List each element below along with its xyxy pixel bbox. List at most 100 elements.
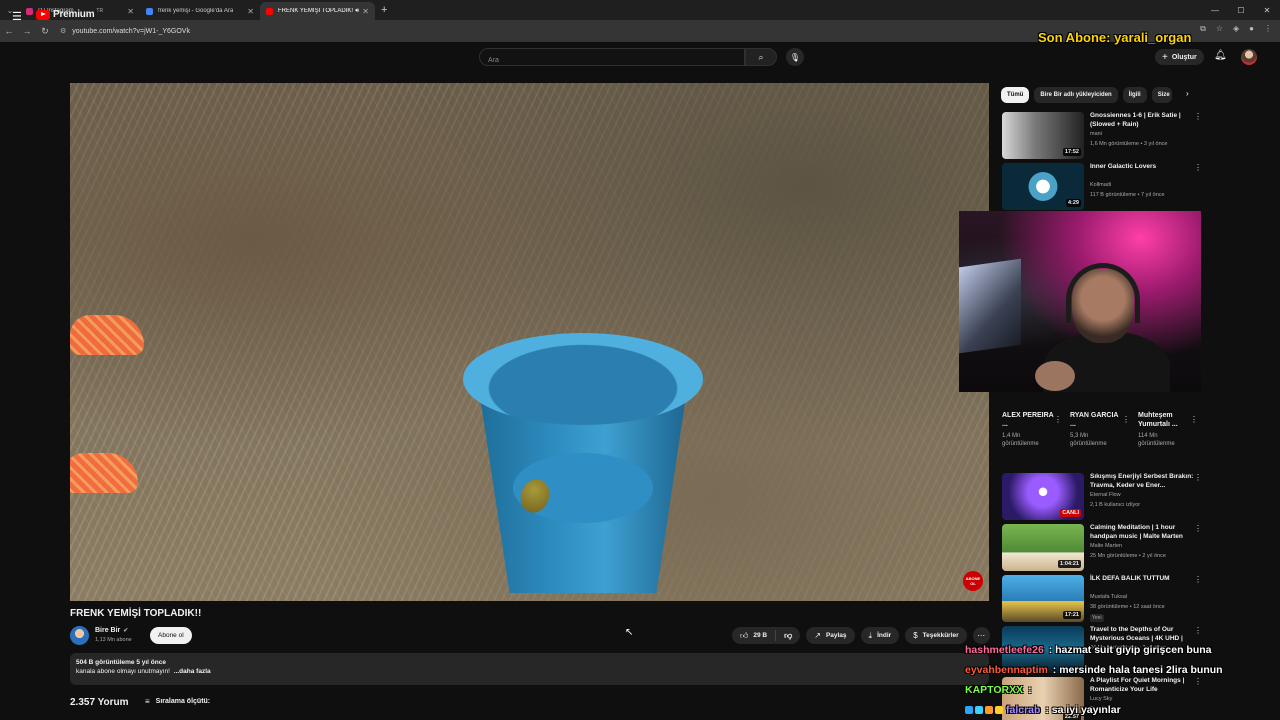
forward-icon[interactable]: → — [18, 26, 36, 36]
short-title[interactable]: Muhteşem Yumurtalı ... — [1138, 411, 1190, 429]
recommended-video[interactable]: CANLI Sıkışmış Enerjiyi Serbest Bırakın: … — [1002, 473, 1202, 521]
more-vert-icon[interactable]: ⋮ — [1194, 112, 1202, 121]
channel-name-row[interactable]: Bire Bir ✔ — [95, 627, 128, 634]
monitor-in-webcam — [959, 258, 1021, 354]
search-input[interactable] — [480, 52, 744, 69]
recommended-video[interactable]: 17:21 İLK DEFA BALIK TUTTUM Mustafa Tuksal… — [1002, 575, 1202, 623]
recommended-stats: 25 Mn görüntüleme • 2 yıl önce — [1090, 553, 1166, 559]
logo-region: TR — [96, 7, 104, 14]
recommended-channel[interactable]: Eternal Flow — [1090, 492, 1121, 498]
recommended-channel[interactable]: Malte Marten — [1090, 543, 1122, 549]
tab-close-icon[interactable]: ✕ — [127, 7, 134, 16]
shoe-in-frame — [70, 453, 138, 493]
subscribe-watermark[interactable]: ABONE OL — [963, 571, 983, 591]
video-thumbnail[interactable]: 1:04:21 — [1002, 524, 1084, 571]
like-button[interactable]: 👍︎ 29 B — [732, 630, 777, 641]
more-vert-icon[interactable]: ⋮ — [1194, 163, 1202, 172]
share-button[interactable]: ↗ Paylaş — [806, 627, 855, 644]
download-button[interactable]: ⤓ İndir — [860, 627, 900, 644]
extensions-area: ⧉ ☆ ◈ ● ⋮ — [1200, 24, 1272, 34]
browser-tab[interactable]: frenk yemişi - Google'da Ara ✕ — [140, 2, 260, 20]
maximize-icon[interactable]: ☐ — [1228, 0, 1254, 20]
extension-icon[interactable]: ◈ — [1233, 24, 1239, 34]
subscriber-count: 1,13 Mn abone — [95, 637, 132, 643]
verified-icon: ✔ — [123, 628, 129, 634]
tab-favicon-icon — [266, 7, 273, 15]
create-button[interactable]: + Oluştur — [1155, 49, 1204, 65]
search-button[interactable]: ⌕ — [745, 48, 777, 66]
mic-icon: 🎙︎ — [789, 52, 801, 62]
sort-comments-button[interactable]: ≡ Sıralama ölçütü: — [145, 697, 210, 706]
recommended-title[interactable]: Gnossiennes 1-6 | Erik Satie | (Slowed +… — [1090, 112, 1194, 129]
chat-text: : — [1025, 684, 1032, 696]
notifications-bell-icon[interactable]: 🔔︎ — [1214, 50, 1227, 61]
more-vert-icon[interactable]: ⋮ — [1194, 524, 1202, 533]
recommended-video[interactable]: 4:29 Inner Galactic Lovers Kollmadi 117 B g… — [1002, 163, 1202, 211]
dislike-button[interactable]: 👎︎ — [776, 631, 800, 641]
profile-icon[interactable]: ● — [1249, 24, 1254, 34]
channel-name[interactable]: Bire Bir — [95, 627, 120, 634]
shorts-shelf: ALEX PEREIRA ... 1,4 Mn görüntülenme ⋮ RYAN… — [1002, 411, 1202, 448]
recommended-title[interactable]: Inner Galactic Lovers — [1090, 163, 1194, 172]
new-tab-button[interactable]: + — [381, 4, 387, 16]
more-vert-icon[interactable]: ⋮ — [1122, 415, 1130, 424]
chat-text: : hazmat suit giyip girişcen buna — [1045, 644, 1212, 656]
more-vert-icon[interactable]: ⋮ — [1054, 415, 1062, 424]
short-views: 5,3 Mn görüntülenme — [1070, 433, 1107, 447]
channel-avatar[interactable] — [70, 626, 89, 645]
filter-chip[interactable]: Size — [1151, 87, 1172, 103]
stream-chat-overlay: hashmetleefe26 : hazmat suit giyip giriş… — [965, 640, 1280, 720]
recommended-channel[interactable]: Kollmadi — [1090, 182, 1111, 188]
more-vert-icon[interactable]: ⋮ — [1194, 575, 1202, 584]
chat-username: KAPTORXX — [965, 684, 1024, 696]
browser-menu-icon[interactable]: ⋮ — [1264, 24, 1272, 34]
site-info-icon[interactable]: ⚙ — [60, 27, 66, 35]
last-subscriber-overlay: Son Abone: yarali_organ — [1038, 30, 1192, 45]
short-title[interactable]: RYAN GARCIA ... — [1070, 411, 1122, 429]
thanks-button[interactable]: $ Teşekkürler — [905, 627, 967, 644]
reload-icon[interactable]: ↻ — [36, 26, 54, 37]
video-thumbnail[interactable]: 17:21 — [1002, 575, 1084, 622]
more-vert-icon[interactable]: ⋮ — [1194, 473, 1202, 482]
account-avatar[interactable] — [1241, 49, 1257, 65]
bookmark-star-icon[interactable]: ☆ — [1216, 24, 1223, 34]
cast-icon[interactable]: ⧉ — [1200, 24, 1206, 34]
recommended-channel[interactable]: Mustafa Tuksal — [1090, 594, 1127, 600]
recommended-channel[interactable]: mani — [1090, 131, 1102, 137]
filter-chip[interactable]: Tümü — [1001, 87, 1030, 103]
video-thumbnail[interactable]: CANLI — [1002, 473, 1084, 520]
recommended-title[interactable]: İLK DEFA BALIK TUTTUM — [1090, 575, 1194, 584]
more-vert-icon[interactable]: ⋮ — [1190, 415, 1198, 424]
video-player[interactable]: ABONE OL — [70, 83, 989, 601]
recommended-video[interactable]: 1:04:21 Calming Meditation | 1 hour handp… — [1002, 524, 1202, 572]
video-thumbnail[interactable]: 4:29 — [1002, 163, 1084, 210]
filter-chip[interactable]: İlgili — [1122, 87, 1147, 103]
url-field[interactable]: ⚙ youtube.com/watch?v=jW1-_Y6GOVk — [60, 27, 190, 36]
chevron-right-icon[interactable]: › — [1186, 89, 1189, 98]
youtube-premium-logo[interactable]: Premium TR — [36, 7, 104, 20]
filter-chip[interactable]: Bire Bir adlı yükleyiciden — [1034, 87, 1118, 103]
tab-close-icon[interactable]: ✕ — [247, 7, 254, 16]
more-vert-icon[interactable]: ⋮ — [1194, 626, 1202, 635]
description-box[interactable]: 504 B görüntüleme 5 yıl önce kanala abon… — [70, 653, 989, 685]
hamburger-menu-icon[interactable]: ☰ — [12, 10, 22, 23]
minimize-icon[interactable]: — — [1202, 0, 1228, 20]
recommended-video[interactable]: 17:52 Gnossiennes 1-6 | Erik Satie | (Slo… — [1002, 112, 1202, 160]
voice-search-button[interactable]: 🎙︎ — [786, 48, 804, 66]
close-window-icon[interactable]: ✕ — [1254, 0, 1280, 20]
subscribe-button[interactable]: Abone ol — [150, 627, 192, 644]
show-more-link[interactable]: ...daha fazla — [174, 668, 211, 675]
recommended-title[interactable]: Sıkışmış Enerjiyi Serbest Bırakın: Travm… — [1090, 473, 1194, 490]
short-item[interactable]: ALEX PEREIRA ... 1,4 Mn görüntülenme ⋮ — [1002, 411, 1062, 448]
browser-tab[interactable]: FRENK YEMİŞİ TOPLADIK! 🔊︎ ✕ — [260, 2, 375, 20]
short-item[interactable]: Muhteşem Yumurtalı ... 114 Mn görüntülenm… — [1138, 411, 1198, 448]
back-icon[interactable]: ← — [0, 26, 18, 36]
video-thumbnail[interactable]: 17:52 — [1002, 112, 1084, 159]
tab-favicon-icon — [146, 7, 153, 15]
recommended-title[interactable]: Calming Meditation | 1 hour handpan musi… — [1090, 524, 1194, 541]
chat-username: eyvahbennaptim — [965, 664, 1048, 676]
short-item[interactable]: RYAN GARCIA ... 5,3 Mn görüntülenme ⋮ — [1070, 411, 1130, 448]
short-title[interactable]: ALEX PEREIRA ... — [1002, 411, 1054, 429]
tab-close-icon[interactable]: ✕ — [362, 7, 369, 16]
tab-audio-icon[interactable]: 🔊︎ — [355, 8, 359, 15]
